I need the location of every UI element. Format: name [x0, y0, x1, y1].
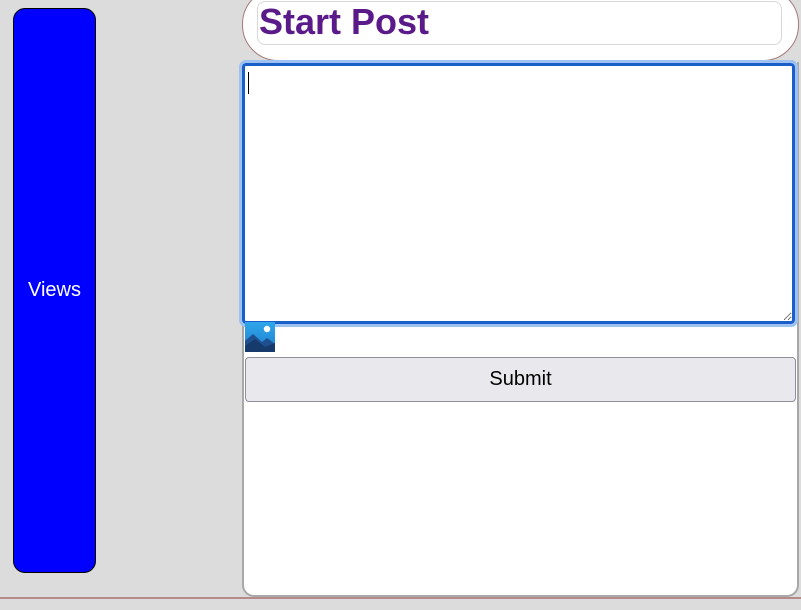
page-title: Start Post	[259, 1, 430, 42]
image-icon-graphic	[245, 322, 275, 352]
text-caret	[248, 72, 249, 94]
image-icon[interactable]	[245, 322, 275, 352]
bottom-divider	[0, 597, 801, 599]
views-button[interactable]: Views	[13, 8, 96, 573]
post-textarea[interactable]	[239, 60, 798, 327]
page: Views Start Post Submit	[0, 0, 801, 610]
submit-button[interactable]: Submit	[245, 357, 796, 402]
